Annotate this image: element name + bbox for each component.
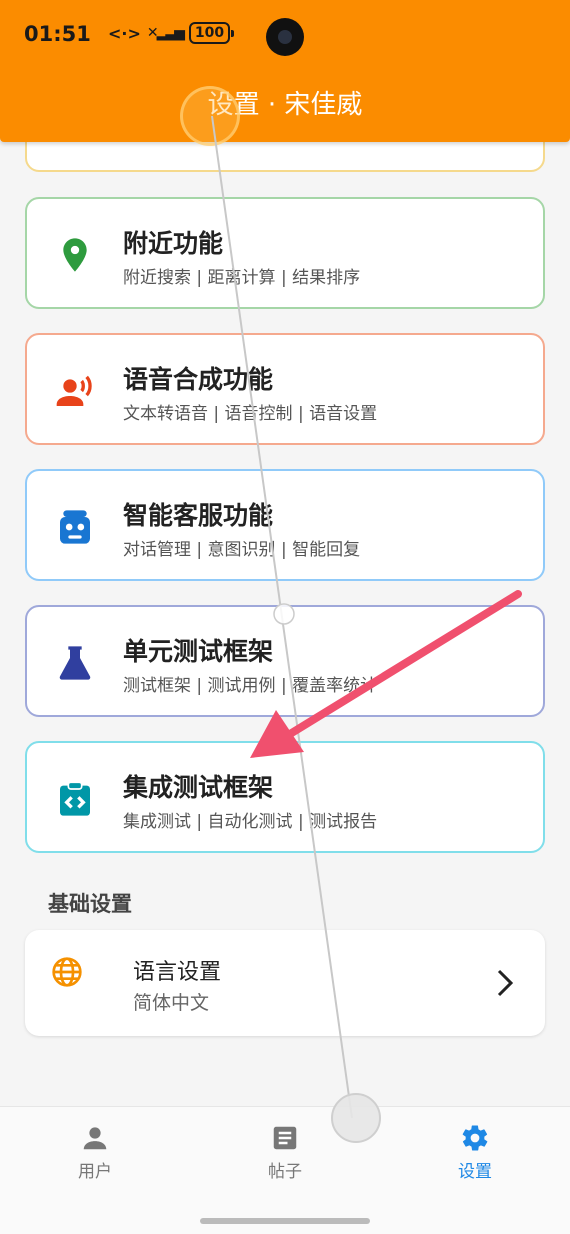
battery-icon: 100: [188, 22, 235, 44]
card-customer-service[interactable]: 智能客服功能 对话管理 | 意图识别 | 智能回复: [25, 469, 545, 581]
network-icon: <·>: [108, 23, 141, 43]
app-header: 01:51 <·> ✕▂▃▅ 100 设置 · 宋佳威: [0, 0, 570, 142]
card-title: 单元测试框架: [123, 637, 274, 666]
code-clipboard-icon: [60, 781, 90, 816]
section-title-basic: 基础设置: [48, 892, 132, 916]
card-nearby[interactable]: 附近功能 附近搜索 | 距离计算 | 结果排序: [25, 197, 545, 309]
card-subtitle: 文本转语音 | 语音控制 | 语音设置: [123, 404, 378, 424]
card-title: 智能客服功能: [123, 501, 274, 530]
language-setting-row[interactable]: 语言设置 简体中文: [25, 930, 545, 1036]
card-subtitle: 集成测试 | 自动化测试 | 测试报告: [123, 812, 378, 832]
flask-icon: [59, 646, 91, 680]
nav-label: 帖子: [268, 1162, 302, 1182]
chevron-right-icon: [497, 969, 514, 997]
person-icon: [83, 1127, 107, 1150]
nav-item-users[interactable]: 用户: [35, 1123, 155, 1182]
card-subtitle: 对话管理 | 意图识别 | 智能回复: [123, 540, 361, 560]
location-pin-icon: [63, 238, 87, 272]
language-value: 简体中文: [133, 992, 210, 1014]
language-title: 语言设置: [133, 960, 222, 985]
nav-label: 用户: [78, 1162, 112, 1182]
status-bar: 01:51 <·> ✕▂▃▅ 100: [0, 0, 570, 70]
robot-icon: [60, 510, 90, 544]
card-title: 集成测试框架: [123, 773, 274, 802]
page-title: 设置 · 宋佳威: [207, 90, 363, 120]
card-unit-test[interactable]: 单元测试框架 测试框架 | 测试用例 | 覆盖率统计: [25, 605, 545, 717]
status-icons: <·> ✕▂▃▅ 100: [108, 22, 235, 44]
touch-indicator: [180, 86, 240, 146]
card-subtitle: 附近搜索 | 距离计算 | 结果排序: [123, 268, 361, 288]
bottom-nav: 用户 帖子 设置: [0, 1106, 570, 1234]
signal-icon: ✕▂▃▅: [146, 25, 185, 41]
camera-cutout: [266, 18, 304, 56]
speaker-person-icon: [56, 375, 92, 406]
nav-item-settings[interactable]: 设置: [415, 1123, 535, 1182]
article-icon: [273, 1126, 297, 1150]
nav-label: 设置: [458, 1162, 492, 1182]
nav-item-posts[interactable]: 帖子: [225, 1123, 345, 1182]
globe-icon: [52, 957, 82, 987]
card-subtitle: 测试框架 | 测试用例 | 覆盖率统计: [123, 676, 378, 696]
gear-icon: [462, 1125, 488, 1151]
card-title: 附近功能: [123, 229, 224, 258]
status-time: 01:51: [24, 22, 91, 46]
card-tts[interactable]: 语音合成功能 文本转语音 | 语音控制 | 语音设置: [25, 333, 545, 445]
card-integration-test[interactable]: 集成测试框架 集成测试 | 自动化测试 | 测试报告: [25, 741, 545, 853]
card-title: 语音合成功能: [123, 365, 274, 394]
home-indicator: [200, 1218, 370, 1224]
